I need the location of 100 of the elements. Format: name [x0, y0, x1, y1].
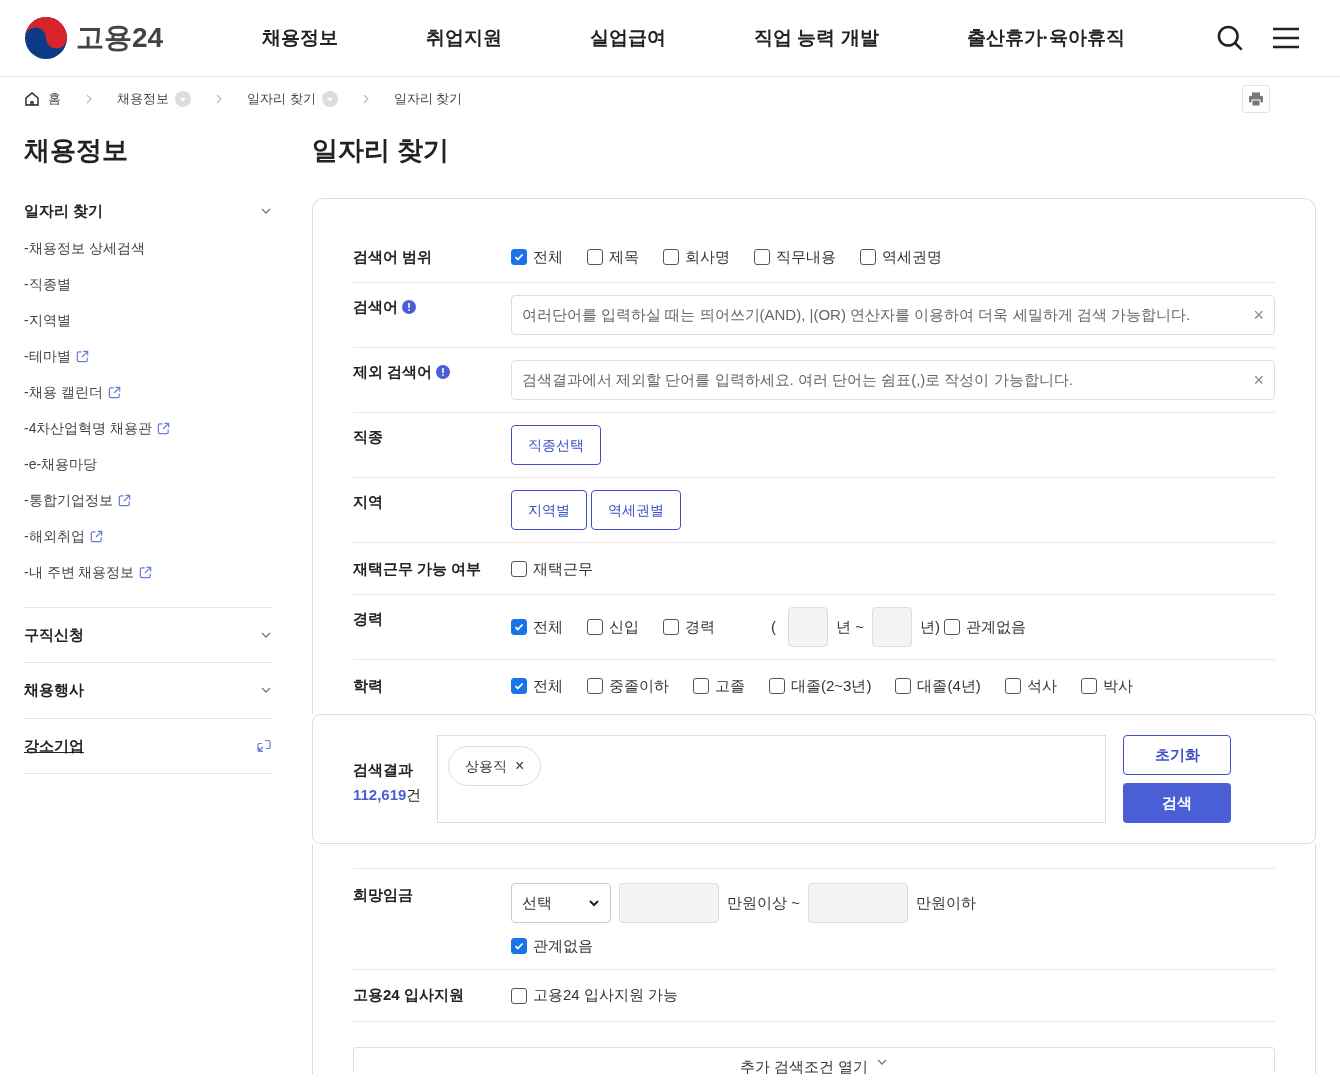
- checkbox[interactable]: [511, 561, 527, 577]
- checkbox[interactable]: [860, 249, 876, 265]
- check-icon: [513, 251, 525, 263]
- clear-button[interactable]: ×: [1253, 306, 1264, 324]
- checkbox-label: 박사: [1102, 675, 1133, 696]
- checkbox[interactable]: [769, 678, 785, 694]
- sidebar-sub-item[interactable]: -e-채용마당: [24, 454, 98, 475]
- sidebar-menu-item[interactable]: 강소기업: [24, 734, 84, 757]
- checkbox[interactable]: [511, 619, 527, 635]
- checkbox[interactable]: [663, 249, 679, 265]
- wage-select[interactable]: 선택: [511, 883, 611, 923]
- text-field[interactable]: 여러단어를 입력하실 때는 띄어쓰기(AND), |(OR) 연산자를 이용하여 더욱 세밀하게 검색 가능합니다. ×: [511, 295, 1275, 335]
- checkbox-label: 고졸: [715, 675, 745, 696]
- sidebar-sub-item[interactable]: -내 주변 채용정보: [24, 562, 135, 583]
- nav-link[interactable]: 출산휴가·육아휴직: [966, 23, 1125, 53]
- external-link-icon: [74, 349, 90, 364]
- year-field[interactable]: [788, 607, 828, 647]
- nav-link[interactable]: 채용정보: [262, 23, 338, 53]
- nav-link[interactable]: 직업 능력 개발: [754, 23, 879, 53]
- printer-icon: [1248, 91, 1264, 107]
- nav-link[interactable]: 취업지원: [426, 23, 502, 53]
- sidebar-menu-item[interactable]: 일자리 찾기: [24, 200, 104, 223]
- sidebar-title: 채용정보: [24, 134, 129, 167]
- info-icon[interactable]: [436, 365, 451, 379]
- more-conditions-button[interactable]: 추가 검색조건 열기: [353, 1046, 1275, 1073]
- breadcrumb-link[interactable]: 일자리 찾기: [393, 89, 463, 109]
- sidebar-sub-item[interactable]: -해외취업: [24, 526, 85, 547]
- field-label: 지역: [353, 491, 383, 512]
- checkbox[interactable]: [1080, 678, 1097, 694]
- checkbox[interactable]: [511, 938, 527, 955]
- sidebar-sub-item[interactable]: -테마별: [24, 346, 71, 367]
- search-icon[interactable]: [1216, 24, 1244, 52]
- checkbox-label: 경력: [685, 616, 715, 637]
- unit-text: 만원이상 ~: [727, 892, 800, 913]
- link-icon: [256, 737, 272, 754]
- checkbox-label: 관계없음: [533, 936, 593, 956]
- checkbox-label: 대졸(2~3년): [791, 675, 872, 696]
- wage-field[interactable]: [619, 883, 719, 923]
- chevron-right-icon: [361, 93, 370, 105]
- print-button[interactable]: [1242, 85, 1270, 113]
- external-link-icon: [116, 493, 132, 508]
- checkbox[interactable]: [511, 987, 527, 1004]
- chevron-right-icon: [85, 93, 93, 105]
- nav-link[interactable]: 실업급여: [590, 23, 666, 53]
- result-label: 검색결과: [353, 760, 414, 780]
- checkbox[interactable]: [587, 678, 603, 694]
- sidebar-sub-item[interactable]: -채용 캘린더: [24, 382, 103, 403]
- checkbox-label: 석사: [1026, 675, 1057, 696]
- check-icon: [513, 621, 525, 633]
- checkbox[interactable]: [895, 678, 912, 694]
- page-title: 일자리 찾기: [312, 134, 451, 167]
- sidebar-menu-item[interactable]: 채용행사: [24, 679, 84, 702]
- sidebar-menu-item[interactable]: 구직신청: [24, 623, 84, 646]
- breadcrumb-link[interactable]: 일자리 찾기: [247, 89, 316, 109]
- field-label: 제외 검색어: [353, 361, 433, 382]
- remove-tag-button[interactable]: ×: [515, 754, 525, 778]
- sidebar-sub-item[interactable]: -통합기업정보: [24, 490, 113, 511]
- select-button[interactable]: 지역별: [511, 490, 587, 530]
- paren-text: (: [771, 616, 776, 637]
- field-label: 고용24 입사지원: [353, 985, 464, 1006]
- reset-button[interactable]: 초기화: [1123, 735, 1231, 775]
- checkbox-label: 중졸이하: [609, 675, 669, 696]
- info-icon[interactable]: [402, 300, 416, 314]
- sidebar-sub-item[interactable]: -4차산업혁명 채용관: [24, 418, 153, 439]
- breadcrumb-link[interactable]: 채용정보: [117, 89, 169, 109]
- breadcrumb-link[interactable]: 홈: [48, 89, 61, 109]
- menu-icon[interactable]: [1272, 26, 1300, 50]
- sidebar-sub-item[interactable]: -지역별: [24, 310, 71, 331]
- external-link-icon: [88, 529, 104, 544]
- sidebar-sub-item[interactable]: -직종별: [24, 274, 71, 295]
- checkbox[interactable]: [511, 249, 527, 265]
- external-link-icon: [138, 565, 154, 580]
- checkbox-label: 관계없음: [965, 616, 1026, 637]
- checkbox-label: 전체: [533, 246, 563, 267]
- field-label: 직종: [353, 426, 383, 447]
- logo-icon[interactable]: [24, 16, 68, 60]
- checkbox[interactable]: [511, 678, 527, 694]
- checkbox[interactable]: [1004, 678, 1021, 694]
- field-label: 학력: [353, 675, 383, 696]
- checkbox[interactable]: [693, 678, 709, 694]
- checkbox[interactable]: [587, 249, 603, 265]
- wage-field[interactable]: [807, 883, 908, 923]
- checkbox[interactable]: [754, 249, 770, 265]
- checkbox[interactable]: [587, 619, 603, 635]
- logo-text[interactable]: 고용24: [76, 17, 164, 59]
- search-button[interactable]: 검색: [1123, 783, 1231, 823]
- checkbox[interactable]: [663, 619, 679, 635]
- checkbox-label: 직무내용: [776, 246, 836, 267]
- unit-text: 년 ~: [836, 616, 864, 637]
- text-field[interactable]: 검색결과에서 제외할 단어를 입력하세요. 여러 단어는 쉼표(,)로 작성이 가능합니다. ×: [511, 360, 1275, 400]
- clear-button[interactable]: ×: [1253, 371, 1264, 389]
- select-button[interactable]: 직종선택: [511, 425, 601, 465]
- checkbox[interactable]: [943, 619, 960, 635]
- unit-text: 년): [919, 616, 940, 637]
- sidebar-sub-item[interactable]: -채용정보 상세검색: [24, 238, 145, 259]
- select-button[interactable]: 역세권별: [591, 490, 681, 530]
- external-link-icon: [106, 385, 122, 400]
- field-label: 희망임금: [353, 884, 413, 905]
- checkbox-label: 전체: [533, 616, 563, 637]
- year-field[interactable]: [871, 607, 912, 647]
